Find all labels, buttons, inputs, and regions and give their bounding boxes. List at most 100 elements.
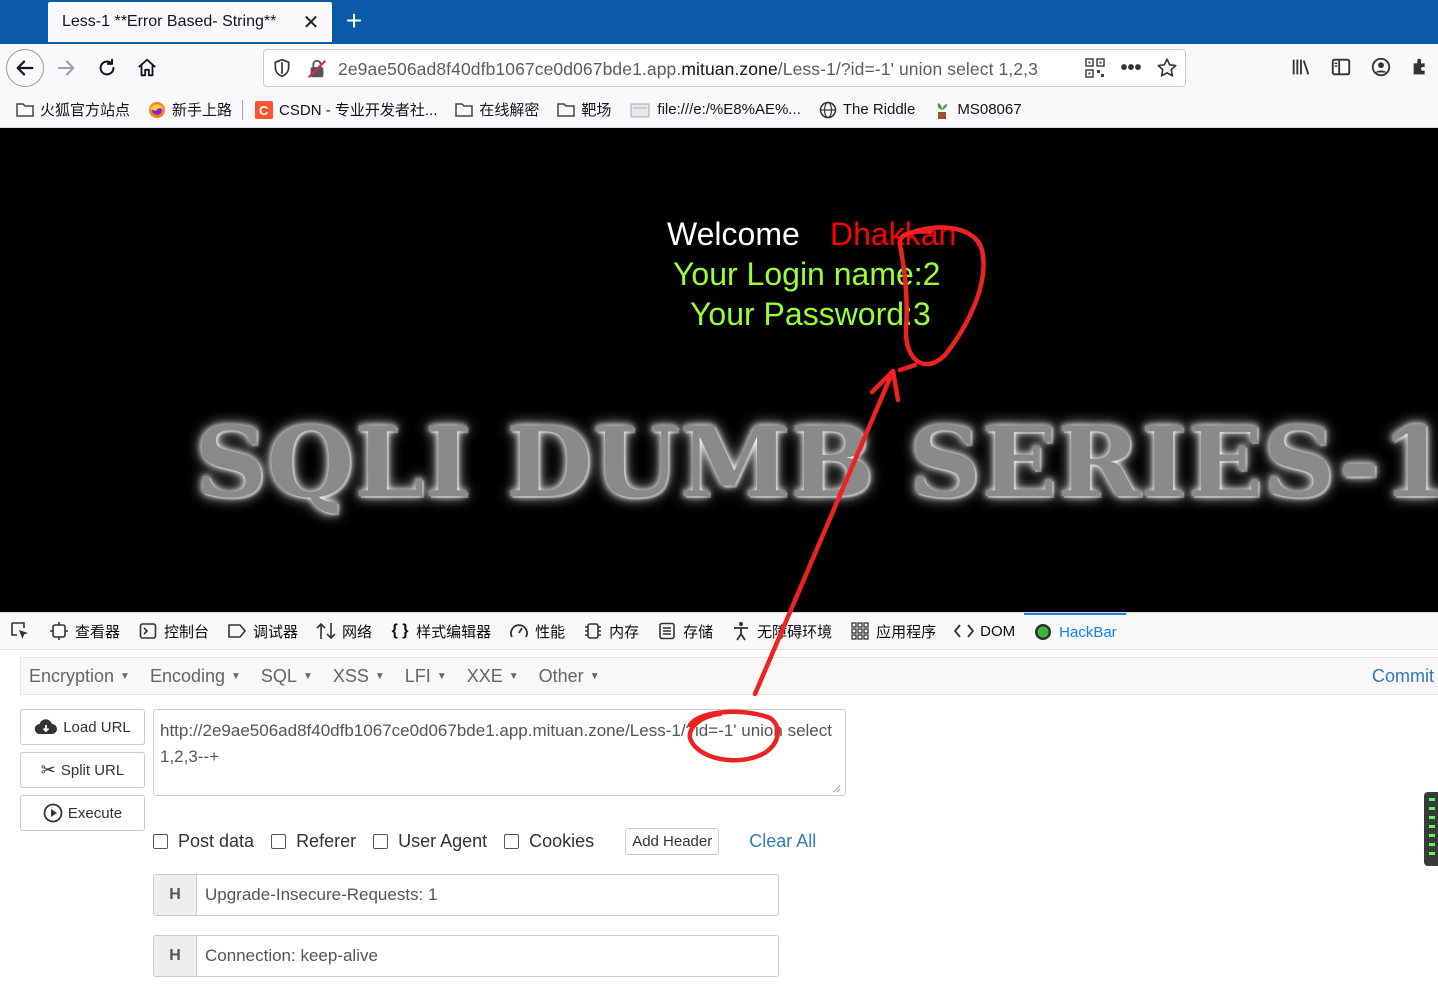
load-url-button[interactable]: Load URL bbox=[20, 709, 145, 745]
checkbox-box[interactable] bbox=[271, 834, 287, 849]
browser-tab[interactable]: Less-1 **Error Based- String** ✕ bbox=[48, 2, 332, 42]
console-icon bbox=[138, 621, 158, 641]
bookmark-item[interactable]: file:///e:/%E8%AE%... bbox=[629, 101, 801, 118]
new-tab-icon[interactable]: + bbox=[340, 6, 368, 36]
caret-down-icon: ▼ bbox=[508, 670, 519, 682]
tab-network[interactable]: 网络 bbox=[307, 613, 381, 649]
reload-icon bbox=[99, 58, 115, 76]
storage-icon bbox=[657, 621, 677, 641]
welcome-text: Welcome bbox=[667, 216, 800, 252]
tab-hackbar[interactable]: HackBar bbox=[1024, 613, 1126, 649]
bookmark-item[interactable]: C CSDN - 专业开发者社... bbox=[255, 99, 437, 120]
resize-handle-icon[interactable] bbox=[831, 783, 841, 793]
tab-console[interactable]: 控制台 bbox=[129, 613, 218, 649]
file-icon bbox=[629, 102, 651, 118]
performance-icon bbox=[509, 621, 529, 641]
split-url-button[interactable]: ✂ Split URL bbox=[20, 752, 145, 788]
checkbox-box[interactable] bbox=[153, 834, 168, 849]
tab-debugger[interactable]: 调试器 bbox=[218, 613, 307, 649]
url-text[interactable]: 2e9ae506ad8f40dfb1067ce0d067bde1.app.mit… bbox=[338, 59, 1078, 80]
tab-accessibility[interactable]: 无障碍环境 bbox=[722, 613, 841, 649]
sidebar-icon[interactable] bbox=[1330, 54, 1352, 80]
folder-icon bbox=[557, 102, 576, 118]
url-bar[interactable]: 2e9ae506ad8f40dfb1067ce0d067bde1.app.mit… bbox=[263, 49, 1186, 87]
hackbar-icon bbox=[1033, 622, 1053, 642]
side-meter-widget[interactable] bbox=[1424, 792, 1438, 866]
inspector-icon bbox=[49, 621, 69, 641]
debugger-icon bbox=[227, 621, 247, 641]
svg-text:C: C bbox=[259, 103, 269, 118]
forward-button[interactable] bbox=[48, 50, 84, 86]
menu-encryption[interactable]: Encryption ▼ bbox=[29, 666, 130, 687]
bookmark-item[interactable]: MS08067 bbox=[933, 101, 1022, 119]
tab-strip: Less-1 **Error Based- String** ✕ + bbox=[0, 0, 1438, 44]
url-textarea[interactable]: http://2e9ae506ad8f40dfb1067ce0d067bde1.… bbox=[153, 709, 846, 796]
bookmarks-bar: 火狐官方站点 新手上路 C CSDN - 专业开发者社... 在线解密 靶场 f… bbox=[0, 92, 1438, 128]
firefox-icon bbox=[148, 101, 166, 118]
checkbox-box[interactable] bbox=[504, 834, 520, 849]
bookmark-item[interactable]: 火狐官方站点 bbox=[16, 99, 130, 120]
devtools-tabbar: 查看器 控制台 调试器 网络 { } 样式编辑器 性能 内存 存储 无障碍环境 应… bbox=[0, 612, 1438, 650]
more-icon[interactable]: ••• bbox=[1119, 56, 1143, 80]
caret-down-icon: ▼ bbox=[231, 670, 241, 682]
tab-performance[interactable]: 性能 bbox=[500, 613, 574, 649]
checkbox-box[interactable] bbox=[373, 834, 389, 849]
hackbar-panel: Encryption ▼ Encoding ▼ SQL ▼ XSS ▼ LFI ▼ XXE… bbox=[0, 650, 1438, 984]
bookmark-item[interactable]: 靶场 bbox=[557, 99, 611, 120]
clear-all-link[interactable]: Clear All bbox=[749, 831, 816, 852]
tab-style-editor[interactable]: { } 样式编辑器 bbox=[381, 613, 500, 649]
arrow-right-icon bbox=[57, 60, 75, 76]
login-name-result: Your Login name:2 bbox=[673, 256, 941, 292]
commit-link[interactable]: Commit bbox=[1372, 666, 1434, 687]
caret-down-icon: ▼ bbox=[374, 670, 385, 682]
element-picker-icon[interactable] bbox=[0, 613, 40, 649]
bookmark-item[interactable]: 在线解密 bbox=[455, 99, 539, 120]
folder-icon bbox=[455, 102, 474, 118]
scissors-icon: ✂ bbox=[40, 759, 56, 780]
header-input[interactable]: Connection: keep-alive bbox=[197, 946, 378, 966]
insecure-lock-icon[interactable] bbox=[306, 58, 328, 80]
header-input[interactable]: Upgrade-Insecure-Requests: 1 bbox=[197, 885, 437, 905]
extension-icon[interactable] bbox=[1410, 54, 1432, 80]
caret-down-icon: ▼ bbox=[120, 670, 130, 682]
execute-button[interactable]: Execute bbox=[20, 795, 145, 831]
header-badge: H bbox=[154, 875, 197, 915]
shield-icon[interactable] bbox=[272, 58, 292, 78]
tab-storage[interactable]: 存储 bbox=[648, 613, 722, 649]
menu-xss[interactable]: XSS ▼ bbox=[333, 666, 385, 687]
play-circle-icon bbox=[43, 803, 63, 823]
account-icon[interactable] bbox=[1370, 54, 1392, 80]
tab-inspector[interactable]: 查看器 bbox=[40, 613, 129, 649]
post-data-checkbox[interactable]: Post data bbox=[153, 831, 254, 852]
hackbar-menu: Encryption ▼ Encoding ▼ SQL ▼ XSS ▼ LFI ▼ XXE… bbox=[20, 657, 1438, 695]
sqli-banner: SQLI DUMB SERIES-1 bbox=[195, 406, 1438, 519]
caret-down-icon: ▼ bbox=[589, 670, 600, 682]
menu-encoding[interactable]: Encoding ▼ bbox=[150, 666, 241, 687]
menu-xxe[interactable]: XXE ▼ bbox=[467, 666, 519, 687]
header-row: H Upgrade-Insecure-Requests: 1 bbox=[153, 874, 779, 916]
qr-code-icon[interactable] bbox=[1083, 56, 1107, 80]
accessibility-icon bbox=[731, 621, 751, 641]
tab-application[interactable]: 应用程序 bbox=[841, 613, 945, 649]
bookmark-item[interactable]: The Riddle bbox=[819, 101, 915, 118]
library-icon[interactable] bbox=[1290, 54, 1312, 80]
menu-other[interactable]: Other ▼ bbox=[539, 666, 600, 687]
bookmark-item[interactable]: 新手上路 bbox=[148, 99, 232, 120]
user-agent-checkbox[interactable]: User Agent bbox=[373, 831, 487, 852]
caret-down-icon: ▼ bbox=[302, 670, 313, 682]
back-button[interactable] bbox=[6, 49, 44, 87]
cookies-checkbox[interactable]: Cookies bbox=[504, 831, 594, 852]
home-button[interactable] bbox=[129, 50, 165, 86]
reload-button[interactable] bbox=[89, 50, 125, 86]
close-icon[interactable]: ✕ bbox=[300, 11, 322, 34]
bookmark-star-icon[interactable] bbox=[1155, 56, 1179, 80]
password-result: Your Password:3 bbox=[690, 296, 931, 332]
tab-memory[interactable]: 内存 bbox=[574, 613, 648, 649]
menu-sql[interactable]: SQL ▼ bbox=[261, 666, 313, 687]
referer-checkbox[interactable]: Referer bbox=[271, 831, 356, 852]
tab-dom[interactable]: DOM bbox=[945, 613, 1024, 649]
add-header-button[interactable]: Add Header bbox=[625, 828, 720, 855]
arrow-left-icon bbox=[16, 60, 34, 76]
menu-lfi[interactable]: LFI ▼ bbox=[405, 666, 447, 687]
folder-icon bbox=[16, 102, 34, 118]
